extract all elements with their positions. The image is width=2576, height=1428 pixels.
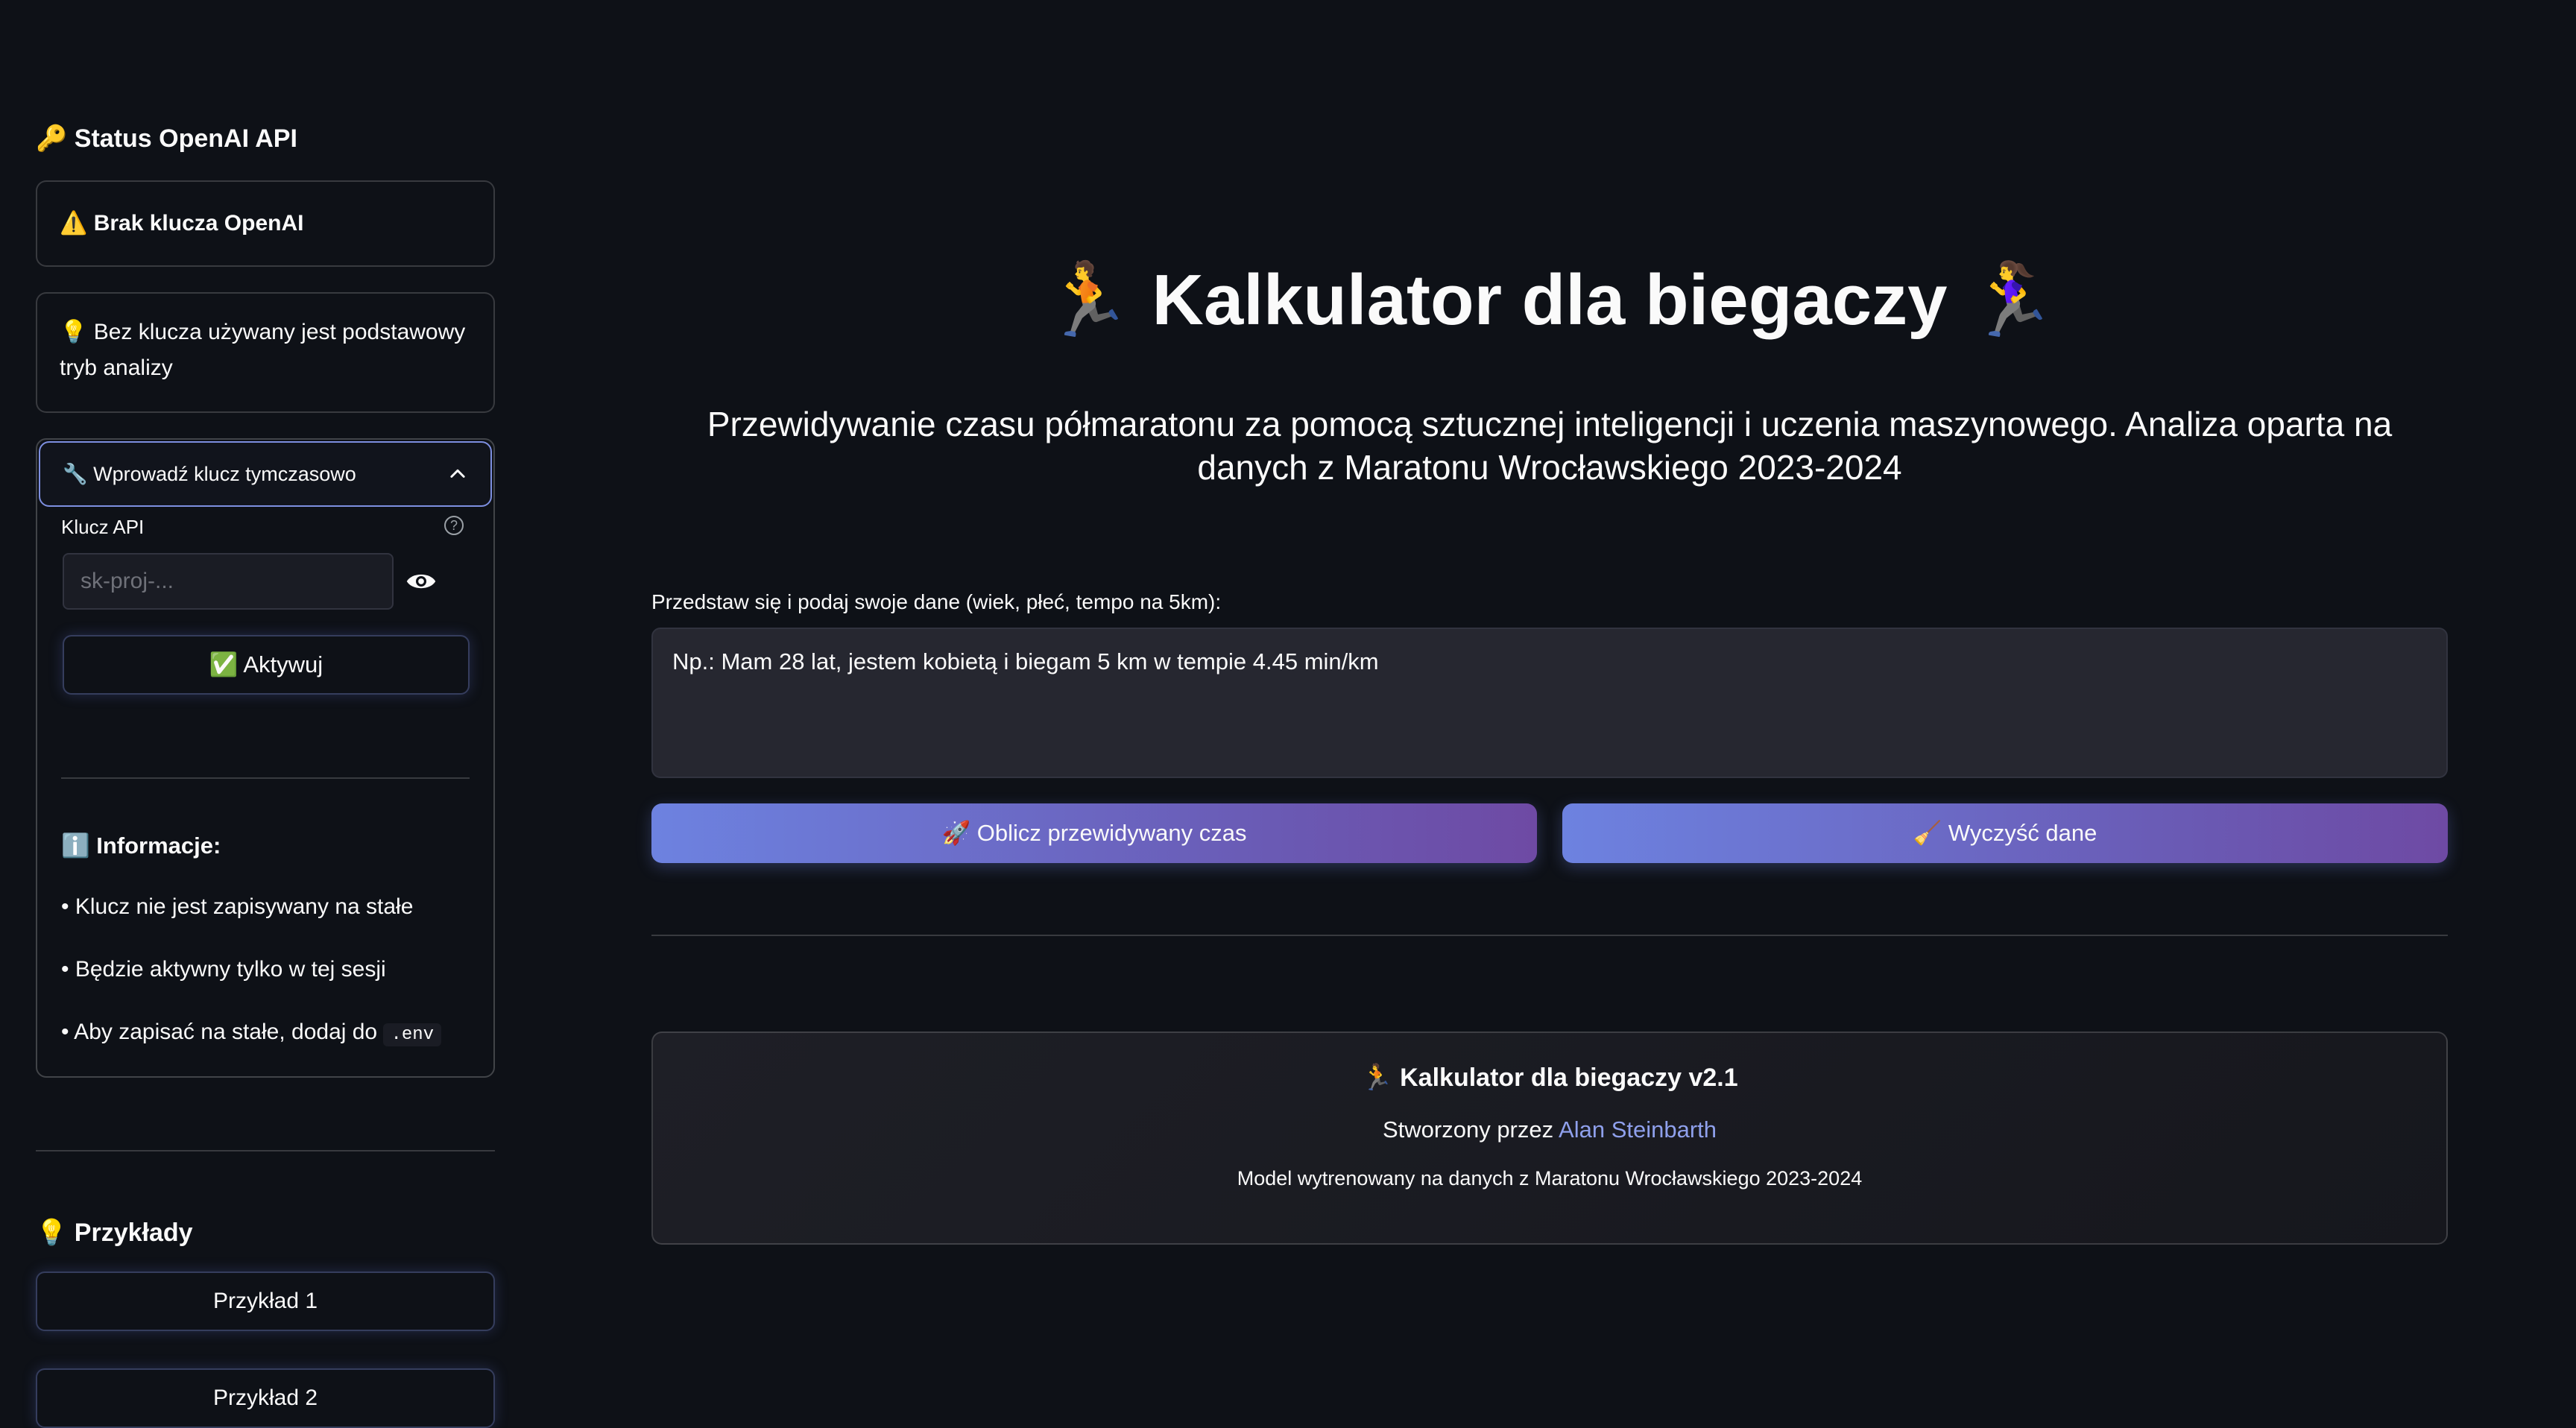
activate-button[interactable]: ✅ Aktywuj: [63, 635, 470, 695]
status-heading: 🔑 Status OpenAI API: [36, 124, 297, 154]
eye-icon[interactable]: [405, 571, 437, 592]
help-icon[interactable]: ?: [444, 516, 464, 535]
examples-heading: 💡 Przykłady: [36, 1218, 193, 1248]
lightbulb-icon: 💡: [36, 1218, 68, 1248]
chevron-up-icon[interactable]: [447, 464, 468, 484]
expander-header[interactable]: 🔧 Wprowadź klucz tymczasowo: [39, 441, 492, 507]
lightbulb-icon: 💡: [60, 319, 88, 345]
calculate-button[interactable]: 🚀 Oblicz przewidywany czas: [651, 803, 1537, 863]
page-title-text: Kalkulator dla biegaczy: [1152, 260, 1948, 340]
sidebar-divider: [36, 1150, 495, 1151]
info-line: • Będzie aktywny tylko w tej sesji: [61, 957, 386, 982]
rocket-icon: 🚀: [941, 820, 971, 847]
clear-label: Wyczyść dane: [1948, 820, 2097, 846]
page-title: 🏃 Kalkulator dla biegaczy 🏃‍♀️: [651, 258, 2448, 342]
woman-running-icon: 🏃‍♀️: [1967, 258, 2056, 341]
footer-credits: Stworzony przez Alan Steinbarth: [653, 1116, 2446, 1143]
no-key-warning: ⚠️ Brak klucza OpenAI: [36, 180, 495, 267]
example-2-button[interactable]: Przykład 2: [36, 1368, 495, 1428]
footer-title-text: Kalkulator dla biegaczy v2.1: [1400, 1064, 1738, 1092]
wrench-icon: 🔧: [63, 463, 88, 486]
warning-icon: ⚠️: [60, 210, 88, 236]
no-key-warning-text: Brak klucza OpenAI: [93, 211, 304, 236]
env-code: .env: [383, 1023, 442, 1046]
activate-label: Aktywuj: [243, 651, 323, 677]
info-line: • Klucz nie jest zapisywany na stałe: [61, 894, 414, 919]
expander-divider: [61, 777, 470, 779]
expander-title: Wprowadź klucz tymczasowo: [93, 463, 356, 485]
check-icon: ✅: [209, 651, 239, 678]
author-link[interactable]: Alan Steinbarth: [1559, 1116, 1717, 1143]
runner-data-label: Przedstaw się i podaj swoje dane (wiek, …: [651, 590, 1222, 613]
runner-data-textarea[interactable]: [651, 628, 2448, 778]
main-divider: [651, 935, 2448, 936]
api-key-input[interactable]: [63, 553, 394, 610]
calculate-label: Oblicz przewidywany czas: [976, 820, 1247, 846]
status-heading-text: Status OpenAI API: [74, 124, 297, 153]
footer-title: 🏃 Kalkulator dla biegaczy v2.1: [653, 1063, 2446, 1093]
key-icon: 🔑: [36, 124, 68, 154]
basic-mode-info: 💡 Bez klucza używany jest podstawowy try…: [36, 292, 495, 413]
broom-icon: 🧹: [1913, 820, 1942, 847]
basic-mode-info-text: Bez klucza używany jest podstawowy tryb …: [60, 320, 466, 380]
man-running-icon: 🏃: [1043, 258, 1132, 341]
info-icon: ℹ️: [61, 833, 90, 859]
runner-icon: 🏃: [1361, 1063, 1393, 1093]
footer-card: 🏃 Kalkulator dla biegaczy v2.1 Stworzony…: [651, 1031, 2448, 1245]
info-line-env: • Aby zapisać na stałe, dodaj do .env: [61, 1020, 442, 1046]
page-subtitle: Przewidywanie czasu półmaratonu za pomoc…: [707, 405, 2393, 487]
example-1-button[interactable]: Przykład 1: [36, 1271, 495, 1331]
info-title-text: Informacje:: [96, 833, 221, 859]
info-title: ℹ️ Informacje:: [61, 832, 221, 859]
clear-button[interactable]: 🧹 Wyczyść dane: [1562, 803, 2448, 863]
info-line-text: • Aby zapisać na stałe, dodaj do: [61, 1020, 378, 1044]
created-by-text: Stworzony przez: [1382, 1116, 1554, 1143]
examples-heading-text: Przykłady: [74, 1219, 193, 1247]
model-note: Model wytrenowany na danych z Maratonu W…: [1237, 1167, 1863, 1190]
sidebar: 🔑 Status OpenAI API ⚠️ Brak klucza OpenA…: [0, 0, 529, 1428]
api-key-label: Klucz API: [61, 516, 145, 538]
